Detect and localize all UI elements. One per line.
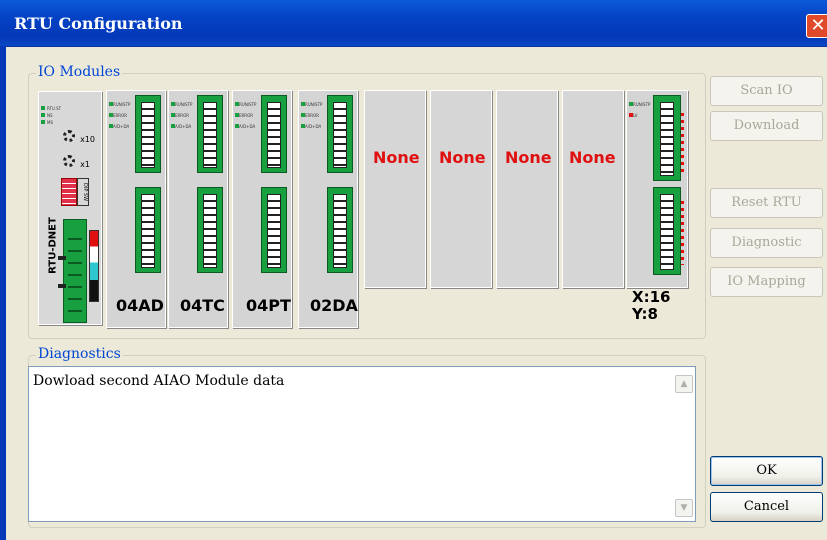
module-terminal-bottom (197, 187, 223, 273)
scroll-down-icon[interactable]: ▼ (675, 499, 693, 517)
rotary-switch-x10[interactable]: x10 (63, 127, 95, 146)
rtu-name-label: RTU-DNET (47, 217, 59, 274)
module-label-04tc: 04TC (180, 296, 225, 315)
empty-slot-6[interactable] (430, 90, 492, 288)
diagnostics-label: Diagnostics (36, 346, 123, 362)
io-status-leds-top (681, 113, 684, 173)
scroll-up-icon[interactable]: ▲ (675, 375, 693, 393)
module-leds: RUN/STP ERROR A/D+DA (301, 97, 322, 130)
empty-slot-5[interactable] (364, 90, 426, 288)
module-leds: RUN/STP ERROR A/D+DA (171, 97, 192, 130)
empty-slot-7[interactable] (496, 90, 558, 288)
module-slot-1[interactable]: RUN/STP ERROR A/D+DA (106, 90, 166, 328)
status-bar-indicator (89, 230, 99, 302)
diagnostics-scrollbar[interactable]: ▲ ▼ (675, 369, 693, 519)
empty-slot-label: None (569, 148, 616, 167)
diagnostic-button[interactable]: Diagnostic (710, 228, 823, 258)
rtu-dnet-module[interactable]: RTU.ST NS MS x10 x1 DIP SW RTU-DNET (38, 91, 102, 325)
scan-io-button[interactable]: Scan IO (710, 76, 823, 106)
module-slot-4[interactable]: RUN/STP ERROR A/D+DA (298, 90, 358, 328)
close-icon: ✕ (810, 15, 826, 36)
io-mapping-button[interactable]: IO Mapping (710, 267, 823, 297)
io-x-count: X:16 (632, 288, 671, 306)
module-slot-3[interactable]: RUN/STP ERROR A/D+DA (232, 90, 292, 328)
diagnostics-textarea[interactable]: Dowload second AIAO Module data ▲ ▼ (28, 366, 696, 522)
io-modules-label: IO Modules (36, 64, 123, 80)
module-terminal-bottom (135, 187, 161, 273)
empty-slot-label: None (373, 148, 420, 167)
cancel-button[interactable]: Cancel (710, 492, 823, 522)
empty-slot-label: None (439, 148, 486, 167)
rotary-switch-icon (63, 155, 75, 167)
title-bar: RTU Configuration ✕ (0, 0, 827, 47)
module-terminal-top (197, 95, 223, 173)
module-terminal-bottom (261, 187, 287, 273)
module-terminal-top (653, 95, 681, 181)
empty-slot-label: None (505, 148, 552, 167)
devicenet-connector[interactable] (58, 219, 87, 323)
window-frame-left (0, 46, 6, 540)
window-title: RTU Configuration (14, 14, 183, 33)
module-terminal-bottom (653, 187, 681, 275)
digital-io-module[interactable]: RUN/STP LV (626, 90, 688, 288)
rtu-led-list: RTU.ST NS MS (41, 95, 61, 125)
module-slot-2[interactable]: RUN/STP ERROR A/D+DA (168, 90, 228, 328)
module-leds: RUN/STP LV (629, 97, 650, 119)
dip-switch[interactable] (61, 178, 77, 206)
module-terminal-top (261, 95, 287, 173)
io-status-leds-bottom (681, 201, 684, 265)
close-button[interactable]: ✕ (806, 14, 827, 38)
rtu-led-rtu-st: RTU.ST (41, 95, 61, 111)
reset-rtu-button[interactable]: Reset RTU (710, 188, 823, 218)
module-label-02da: 02DA (310, 296, 358, 315)
module-label-04ad: 04AD (116, 296, 164, 315)
module-leds: RUN/STP ERROR A/D+DA (109, 97, 130, 130)
download-button[interactable]: Download (710, 111, 823, 141)
rotary-switch-x1[interactable]: x1 (63, 152, 90, 171)
dip-switch-label: DIP SW (77, 178, 89, 206)
empty-slot-8[interactable] (562, 90, 624, 288)
io-y-count: Y:8 (632, 305, 658, 323)
module-terminal-top (327, 95, 353, 173)
diagnostics-message: Dowload second AIAO Module data (33, 373, 285, 389)
module-terminal-top (135, 95, 161, 173)
ok-button[interactable]: OK (710, 456, 823, 486)
rotary-switch-icon (63, 130, 75, 142)
module-label-04pt: 04PT (246, 296, 291, 315)
module-leds: RUN/STP ERROR A/D+DA (235, 97, 256, 130)
module-terminal-bottom (327, 187, 353, 273)
